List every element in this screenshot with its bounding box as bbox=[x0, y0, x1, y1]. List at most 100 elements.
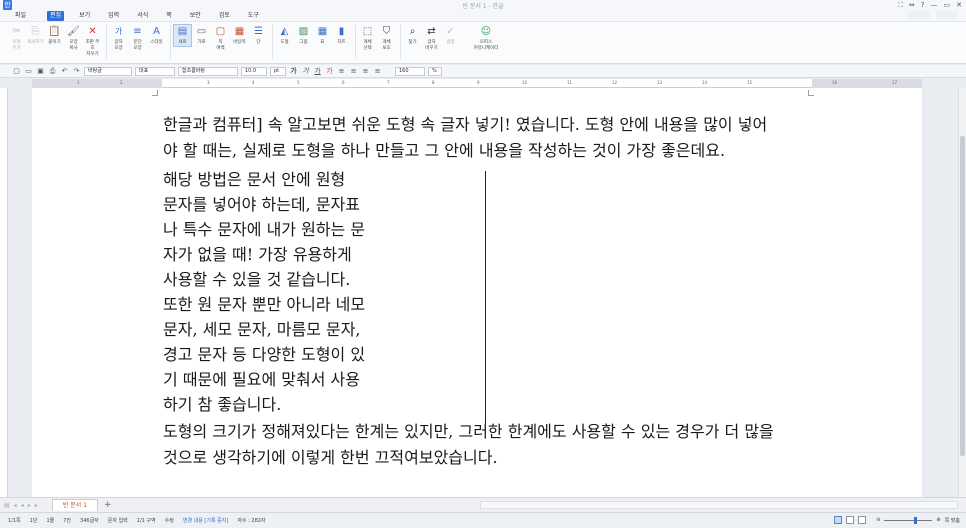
portrait-button[interactable]: ▤ 세로 bbox=[173, 24, 192, 47]
status-edit-mode[interactable]: 수정 bbox=[165, 517, 174, 524]
bold-icon[interactable]: 가 bbox=[289, 66, 298, 77]
find-button[interactable]: ⌕ 찾기 bbox=[404, 25, 421, 46]
chart-icon: ▮ bbox=[338, 26, 345, 37]
zoom-unit-select[interactable]: % bbox=[428, 66, 442, 76]
zoom-slider[interactable] bbox=[884, 516, 933, 524]
landscape-button[interactable]: ▭ 가로 bbox=[193, 25, 210, 46]
protect-object-button[interactable]: ⛉ 개체 보호 bbox=[378, 25, 395, 52]
redo-icon[interactable]: ↷ bbox=[72, 66, 81, 77]
document-page[interactable]: 한글과 컴퓨터] 속 알고보면 쉬운 도형 속 글자 넣기! 였습니다. 도형 … bbox=[32, 88, 922, 497]
status-input-mode[interactable]: 문자 입력 bbox=[108, 517, 128, 524]
font-category-select[interactable]: 대표 bbox=[135, 66, 175, 76]
status-track-changes[interactable]: 변경 내용 [기록 중지] bbox=[183, 517, 228, 524]
font-color-icon[interactable]: 가 bbox=[325, 66, 334, 77]
zoom-input[interactable]: 160 bbox=[395, 66, 425, 76]
vertical-ruler[interactable] bbox=[0, 88, 8, 497]
new-doc-icon[interactable]: ▢ bbox=[12, 66, 21, 77]
page-corner-mark bbox=[808, 90, 814, 96]
ruler-number: 7 bbox=[387, 80, 390, 85]
align-justify-icon[interactable]: ≡ bbox=[337, 66, 346, 77]
font-select[interactable]: 함초롬바탕 bbox=[178, 66, 238, 76]
menu-review[interactable]: 검토 bbox=[216, 11, 233, 21]
open-folder-icon[interactable]: ▭ bbox=[24, 66, 33, 77]
vertical-scrollbar[interactable] bbox=[958, 88, 966, 497]
zoom-slider-knob[interactable] bbox=[914, 516, 918, 524]
quick-options-box[interactable] bbox=[936, 11, 958, 19]
replace-button[interactable]: ⇄ 글자 바꾸기 bbox=[423, 25, 440, 52]
para-shape-button[interactable]: ≡ 문단 모양 bbox=[129, 25, 146, 52]
cut-button[interactable]: ✂ 오려 두기 bbox=[8, 25, 25, 52]
ruler-number: 5 bbox=[297, 80, 300, 85]
spellcheck-button[interactable]: ✓ 검정 bbox=[442, 25, 459, 46]
style-button[interactable]: A 스타일 bbox=[148, 25, 165, 46]
paragraph-intro[interactable]: 한글과 컴퓨터] 속 알고보면 쉬운 도형 속 글자 넣기! 였습니다. 도형 … bbox=[163, 112, 767, 163]
tab-prev-icon[interactable]: ◂ bbox=[21, 502, 24, 509]
align-left-icon[interactable]: ≡ bbox=[349, 66, 358, 77]
close-icon[interactable]: ✕ bbox=[956, 0, 962, 10]
menu-page[interactable]: 쪽 bbox=[163, 11, 175, 21]
columns-button[interactable]: ☰ 단 bbox=[250, 25, 267, 46]
font-unit-select[interactable]: pt bbox=[270, 66, 286, 76]
tab-document-1[interactable]: 빈 문서 1 bbox=[51, 499, 98, 511]
tab-menu-icon[interactable]: ▤ bbox=[4, 502, 10, 509]
view-outline-icon[interactable] bbox=[858, 516, 867, 524]
tab-next-icon[interactable]: ▸ bbox=[28, 502, 31, 509]
menu-file[interactable]: 파일 bbox=[12, 11, 29, 21]
find-label: 찾기 bbox=[408, 40, 417, 45]
menu-view[interactable]: 보기 bbox=[76, 11, 93, 21]
style-select[interactable]: 바탕글 bbox=[84, 66, 132, 76]
fullscreen-icon[interactable]: ⛶ bbox=[898, 0, 903, 10]
ruler-number: 17 bbox=[892, 80, 898, 85]
quick-search-box[interactable] bbox=[908, 11, 930, 19]
align-right-icon[interactable]: ≡ bbox=[373, 66, 382, 77]
undo-icon[interactable]: ↶ bbox=[60, 66, 69, 77]
underline-icon[interactable]: 가 bbox=[313, 66, 322, 77]
menu-format[interactable]: 서식 bbox=[134, 11, 151, 21]
clear-marks-button[interactable]: ✕ 조판 부호 지우기 bbox=[84, 25, 101, 58]
add-tab-button[interactable]: + bbox=[104, 499, 112, 511]
column-text[interactable]: 해당 방법은 문서 안에 원형 문자를 넣어야 하는데, 문자표 나 특수 문자… bbox=[163, 167, 365, 417]
shape-button[interactable]: ◭ 도형 bbox=[276, 25, 293, 46]
status-page[interactable]: 1/1쪽 bbox=[8, 517, 21, 524]
save-icon[interactable]: ▣ bbox=[36, 66, 45, 77]
select-object-button[interactable]: ⬚ 개체 선택 bbox=[359, 25, 376, 52]
page-margin-button[interactable]: ▢ 쪽 여백 bbox=[212, 25, 229, 52]
office-communicator-button[interactable]: ☺ 오피스 커뮤니케이터 bbox=[467, 25, 505, 52]
copy-button[interactable]: ⎘ 복사하기 bbox=[27, 25, 44, 46]
text-line: 기 때문에 필요에 맞춰서 사용 bbox=[163, 370, 360, 389]
zoom-in-icon[interactable]: ⊕ bbox=[936, 517, 940, 523]
help-icon[interactable]: ? bbox=[921, 0, 925, 10]
chart-button[interactable]: ▮ 차트 bbox=[333, 25, 350, 46]
menu-insert[interactable]: 입력 bbox=[105, 11, 122, 21]
layout-icon[interactable]: ⇔ bbox=[909, 0, 915, 10]
style-label: 스타일 bbox=[150, 40, 163, 45]
italic-icon[interactable]: 가 bbox=[301, 66, 310, 77]
tab-last-icon[interactable]: ▸ bbox=[35, 502, 38, 509]
char-shape-button[interactable]: 가 글자 모양 bbox=[110, 25, 127, 52]
format-painter-button[interactable]: 🖌 모양 복사 bbox=[65, 25, 82, 52]
font-size-input[interactable]: 10.0 bbox=[241, 66, 267, 76]
zoom-out-icon[interactable]: ⊖ bbox=[876, 517, 880, 523]
zoom-fit-label[interactable]: 쪽 맞춤 bbox=[945, 517, 960, 524]
view-normal-icon[interactable] bbox=[834, 516, 843, 524]
minimize-icon[interactable]: — bbox=[931, 0, 938, 10]
align-center-icon[interactable]: ≡ bbox=[361, 66, 370, 77]
picture-button[interactable]: ▨ 그림 bbox=[295, 25, 312, 46]
maximize-icon[interactable]: ▭ bbox=[944, 0, 951, 10]
table-button[interactable]: ▦ 표 bbox=[314, 25, 331, 46]
tab-first-icon[interactable]: ◂ bbox=[14, 502, 17, 509]
scroll-thumb[interactable] bbox=[960, 136, 965, 456]
print-icon[interactable]: ⎙ bbox=[48, 66, 57, 77]
paragraph-closing[interactable]: 도형의 크기가 정해져있다는 한계는 있지만, 그러한 한계에도 사용할 수 있… bbox=[163, 419, 774, 470]
ruler-right-margin bbox=[812, 79, 922, 88]
view-web-icon[interactable] bbox=[846, 516, 855, 524]
master-page-button[interactable]: ▦ 바탕쪽 bbox=[231, 25, 248, 46]
menu-tools[interactable]: 도구 bbox=[245, 11, 262, 21]
horizontal-ruler[interactable]: 1 2 3 4 5 6 7 8 9 10 11 12 13 14 15 16 1… bbox=[32, 79, 922, 88]
text-line: 것으로 생각하기에 이렇게 한번 끄적여보았습니다. bbox=[163, 447, 498, 467]
menu-edit[interactable]: 편집 bbox=[47, 10, 65, 21]
paste-button[interactable]: 📋 붙이기 bbox=[46, 25, 63, 46]
menu-security[interactable]: 보안 bbox=[187, 11, 204, 21]
horizontal-scrollbar[interactable] bbox=[480, 501, 958, 509]
ruler-number: 6 bbox=[342, 80, 345, 85]
